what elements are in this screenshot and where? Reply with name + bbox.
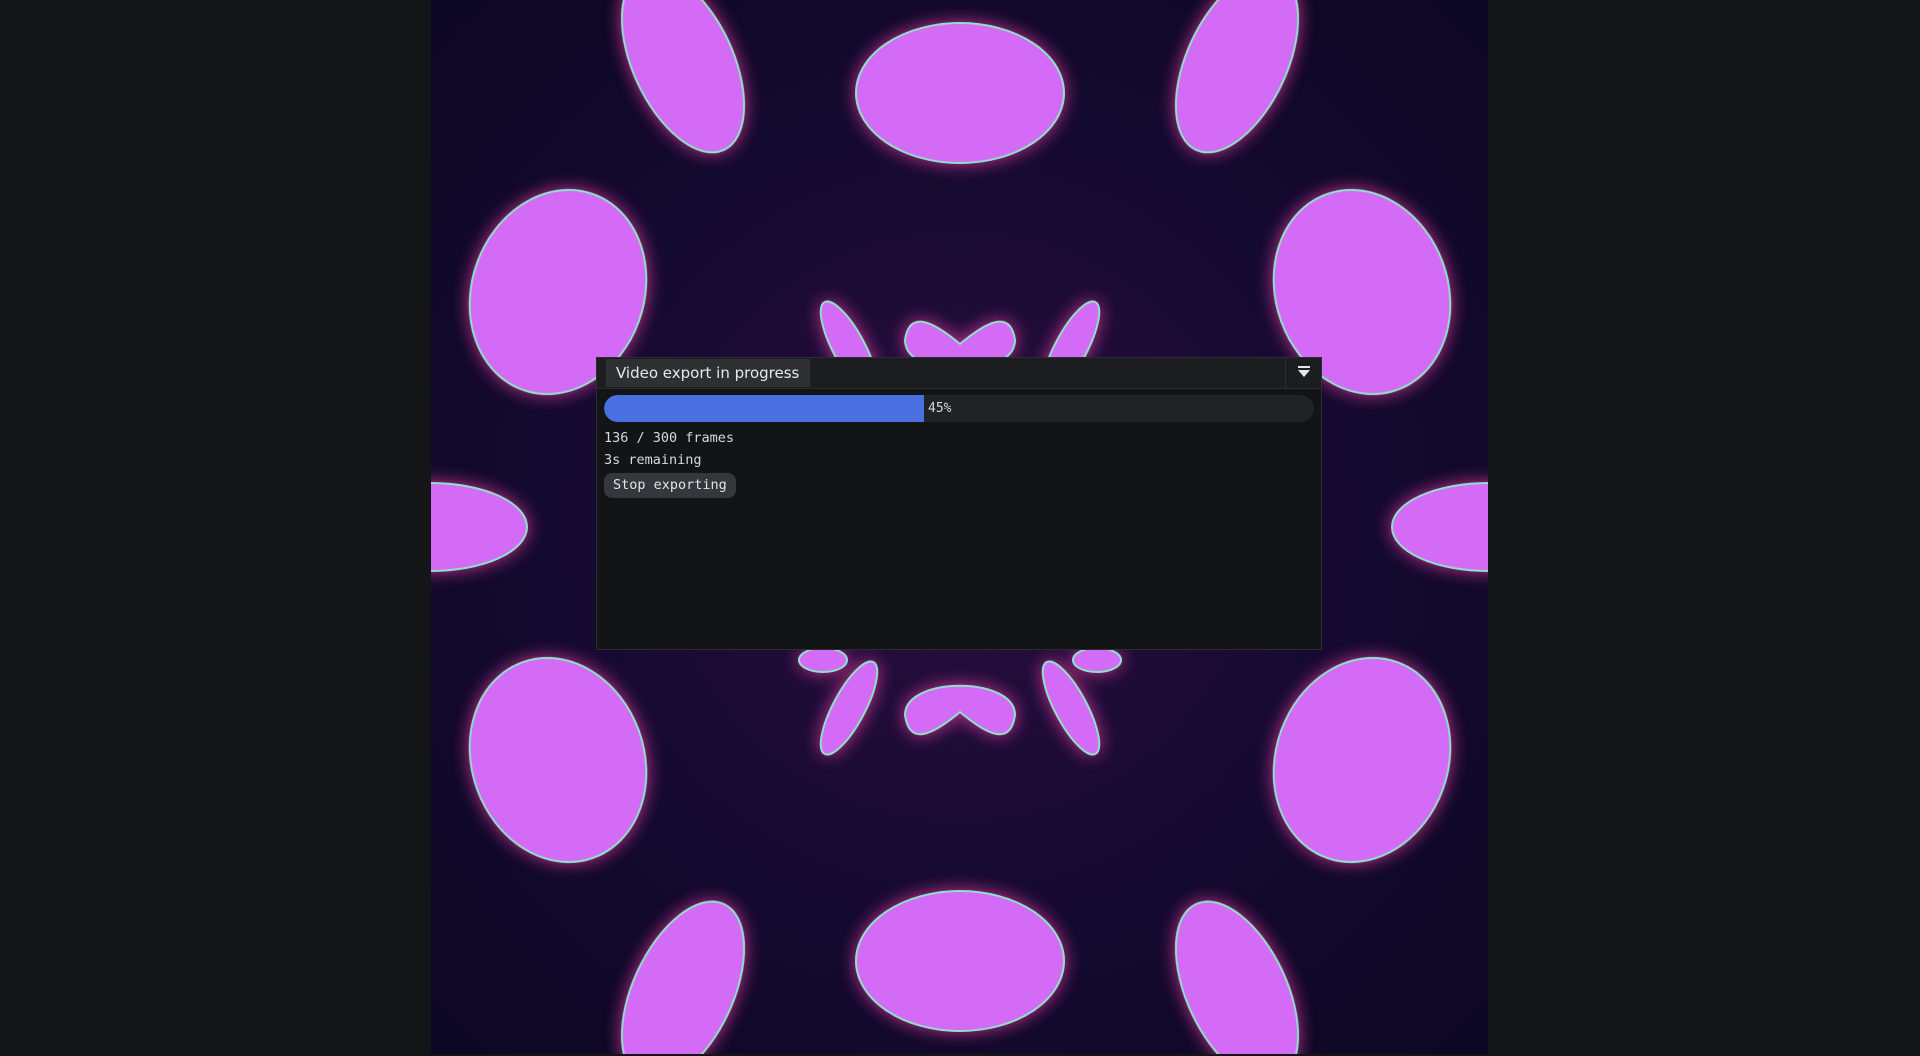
- time-remaining: 3s remaining: [604, 452, 702, 468]
- panel-header: Video export in progress: [597, 358, 1321, 389]
- progress-fill: [604, 395, 924, 422]
- collapse-menu-icon: [1298, 366, 1310, 377]
- frames-counter: 136 / 300 frames: [604, 430, 735, 446]
- panel-tab-title[interactable]: Video export in progress: [606, 359, 811, 387]
- progress-percent: 45%: [928, 401, 952, 416]
- panel-body: 45% 136 / 300 frames 3s remaining Stop e…: [597, 389, 1321, 504]
- panel-menu-button[interactable]: [1285, 358, 1321, 388]
- app-window: Video export in progress 45% 136 / 300 f…: [0, 0, 1920, 1056]
- video-export-panel: Video export in progress 45% 136 / 300 f…: [596, 357, 1322, 650]
- stop-exporting-button[interactable]: Stop exporting: [604, 473, 736, 498]
- export-progress-bar: 45%: [604, 395, 1314, 422]
